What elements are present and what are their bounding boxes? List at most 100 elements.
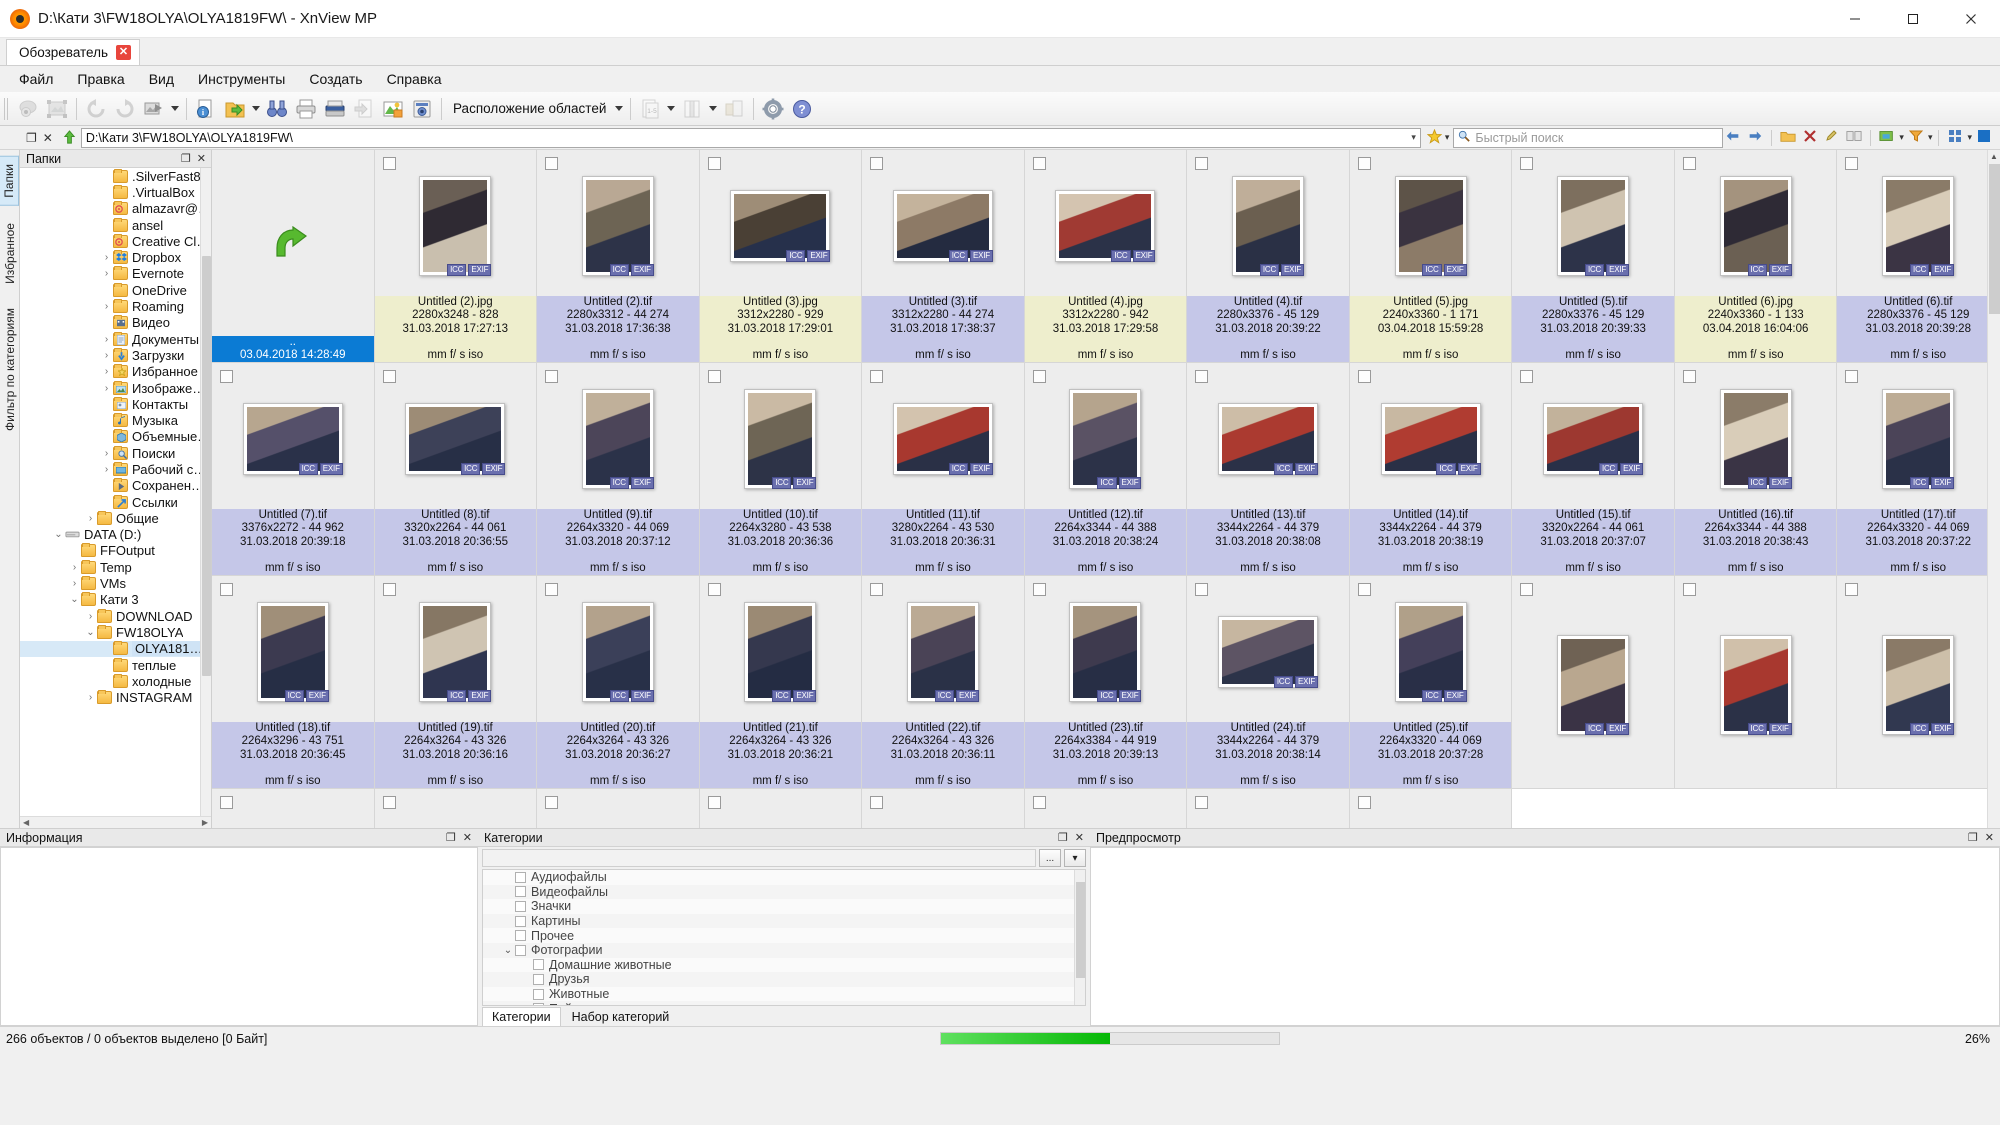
tree-node[interactable]: ›Dropbox <box>20 249 211 265</box>
thumbnail-image[interactable]: ICCEXIF <box>582 602 654 702</box>
thumbnail-cell-partial[interactable]: ICCEXIF <box>375 789 538 828</box>
menu-help[interactable]: Справка <box>376 68 453 90</box>
thumbnail-image[interactable]: ICCEXIF <box>1055 190 1155 262</box>
category-checkbox[interactable] <box>515 886 526 897</box>
thumbnail-checkbox[interactable] <box>1033 796 1046 809</box>
thumbnail-cell-partial[interactable]: ICCEXIF <box>1837 576 2000 789</box>
categories-scroll-thumb[interactable] <box>1076 882 1085 978</box>
category-checkbox[interactable] <box>515 930 526 941</box>
thumbnail-checkbox[interactable] <box>1845 370 1858 383</box>
folder-panel-float-icon[interactable]: ❐ <box>181 152 191 165</box>
batch-rename-icon[interactable] <box>379 95 407 123</box>
view-mode-icon[interactable] <box>1974 129 1994 146</box>
tree-expand-icon[interactable]: › <box>100 334 113 345</box>
thumbnail-image[interactable]: ICCEXIF <box>405 403 505 475</box>
thumbnail-cell[interactable]: ICCEXIFUntitled (10).tif2264x3280 - 43 5… <box>700 363 863 576</box>
thumbnail-checkbox[interactable] <box>870 796 883 809</box>
tree-expand-icon[interactable]: › <box>100 268 113 279</box>
rotate-left-icon[interactable] <box>82 95 110 123</box>
thumbnail-checkbox[interactable] <box>383 370 396 383</box>
categories-panel-close-icon[interactable]: ✕ <box>1075 831 1084 844</box>
thumbnail-cell[interactable]: ICCEXIFUntitled (9).tif2264x3320 - 44 06… <box>537 363 700 576</box>
film-strip-icon[interactable] <box>720 95 748 123</box>
thumbnail-image[interactable]: ICCEXIF <box>907 602 979 702</box>
tree-node[interactable]: FFOutput <box>20 543 211 559</box>
thumbnail-image[interactable]: ICCEXIF <box>893 403 993 475</box>
thumbnail-cell[interactable]: ICCEXIFUntitled (14).tif3344x2264 - 44 3… <box>1350 363 1513 576</box>
address-dropdown-arrow[interactable]: ▾ <box>1411 132 1416 143</box>
thumbnail-checkbox[interactable] <box>545 583 558 596</box>
tree-node[interactable]: ⌄Кати 3 <box>20 592 211 608</box>
thumbnail-checkbox[interactable] <box>1033 157 1046 170</box>
thumbnail-cell[interactable]: ICCEXIFUntitled (24).tif3344x2264 - 44 3… <box>1187 576 1350 789</box>
tree-expand-icon[interactable]: › <box>68 578 81 589</box>
category-row[interactable]: Друзья <box>483 972 1085 987</box>
tree-node[interactable]: холодные <box>20 673 211 689</box>
book-view-icon[interactable] <box>678 95 706 123</box>
tree-node[interactable]: ›Roaming <box>20 298 211 314</box>
tab-category-sets[interactable]: Набор категорий <box>563 1008 679 1026</box>
thumbnail-checkbox[interactable] <box>1520 370 1533 383</box>
thumbnail-checkbox[interactable] <box>1195 796 1208 809</box>
convert-image-icon[interactable] <box>140 95 168 123</box>
thumbnail-image[interactable]: ICCEXIF <box>1395 176 1467 276</box>
search-binoculars-icon[interactable] <box>263 95 291 123</box>
address-input[interactable]: D:\Кати 3\FW18OLYA\OLYA1819FW\ ▾ <box>81 128 1421 148</box>
nav-forward-icon[interactable] <box>1745 129 1765 146</box>
thumbnail-cell-partial[interactable]: ICCEXIF <box>1350 789 1513 828</box>
compare-icon[interactable] <box>1844 129 1864 146</box>
scanner-icon[interactable] <box>321 95 349 123</box>
category-row[interactable]: Видеофайлы <box>483 885 1085 900</box>
thumbnail-checkbox[interactable] <box>383 583 396 596</box>
thumbnail-cell[interactable]: ICCEXIFUntitled (5).tif2280x3376 - 45 12… <box>1512 150 1675 363</box>
thumbnail-view-icon[interactable] <box>14 95 42 123</box>
thumbnail-cell-partial[interactable]: ICCEXIF <box>1512 576 1675 789</box>
thumbnail-checkbox[interactable] <box>1358 583 1371 596</box>
category-checkbox[interactable] <box>515 945 526 956</box>
thumbnail-image[interactable]: ICCEXIF <box>1720 176 1792 276</box>
category-checkbox[interactable] <box>515 916 526 927</box>
thumbnail-checkbox[interactable] <box>1358 370 1371 383</box>
thumbnail-checkbox[interactable] <box>1033 370 1046 383</box>
thumbnail-cell[interactable]: ICCEXIFUntitled (6).tif2280x3376 - 45 12… <box>1837 150 2000 363</box>
tree-node[interactable]: теплые <box>20 657 211 673</box>
thumbnail-checkbox[interactable] <box>1683 583 1696 596</box>
tree-node[interactable]: OneDrive <box>20 282 211 298</box>
minimize-button[interactable] <box>1826 0 1884 37</box>
thumbnail-cell-partial[interactable]: ICCEXIF <box>1675 576 1838 789</box>
tree-scroll-thumb[interactable] <box>202 256 211 676</box>
tree-node[interactable]: ›Поиски <box>20 445 211 461</box>
thumbnail-checkbox[interactable] <box>870 370 883 383</box>
category-checkbox[interactable] <box>533 989 544 1000</box>
screen-capture-icon[interactable] <box>408 95 436 123</box>
thumbnail-image[interactable]: ICCEXIF <box>1218 403 1318 475</box>
tree-node[interactable]: ⌄DATA (D:) <box>20 527 211 543</box>
thumbnail-cell[interactable]: ICCEXIFUntitled (3).tif3312x2280 - 44 27… <box>862 150 1025 363</box>
thumbnail-checkbox[interactable] <box>545 157 558 170</box>
tree-node[interactable]: ›Избранное <box>20 364 211 380</box>
thumbnail-checkbox[interactable] <box>1845 157 1858 170</box>
favorites-star-icon[interactable] <box>1427 129 1442 147</box>
tab-categories[interactable]: Категории <box>482 1007 561 1026</box>
side-tab-favorites[interactable]: Избранное <box>1 216 19 291</box>
thumbnail-image[interactable]: ICCEXIF <box>1381 403 1481 475</box>
menu-file[interactable]: Файл <box>8 68 64 90</box>
rotate-right-icon[interactable] <box>111 95 139 123</box>
tree-node[interactable]: Объемные объе <box>20 429 211 445</box>
page-range-dropdown-arrow[interactable] <box>665 95 677 123</box>
tree-expand-icon[interactable]: › <box>100 464 113 475</box>
tree-node[interactable]: ›Изображения <box>20 380 211 396</box>
thumbnail-image[interactable]: ICCEXIF <box>1882 389 1954 489</box>
side-tab-categories[interactable]: Фильтр по категориям <box>1 301 19 438</box>
thumbnail-image[interactable]: ICCEXIF <box>1720 389 1792 489</box>
categories-menu-button[interactable]: ... <box>1039 849 1061 867</box>
thumbnail-cell[interactable]: ICCEXIFUntitled (2).tif2280x3312 - 44 27… <box>537 150 700 363</box>
thumbnail-checkbox[interactable] <box>220 370 233 383</box>
thumbnail-image[interactable]: ICCEXIF <box>744 602 816 702</box>
category-row[interactable]: Домашние животные <box>483 958 1085 973</box>
grid-view-icon[interactable] <box>1945 129 1965 146</box>
menu-edit[interactable]: Правка <box>66 68 135 90</box>
info-panel-close-icon[interactable]: ✕ <box>463 831 472 844</box>
fullscreen-icon[interactable] <box>43 95 71 123</box>
tree-expand-icon[interactable]: › <box>84 692 97 703</box>
